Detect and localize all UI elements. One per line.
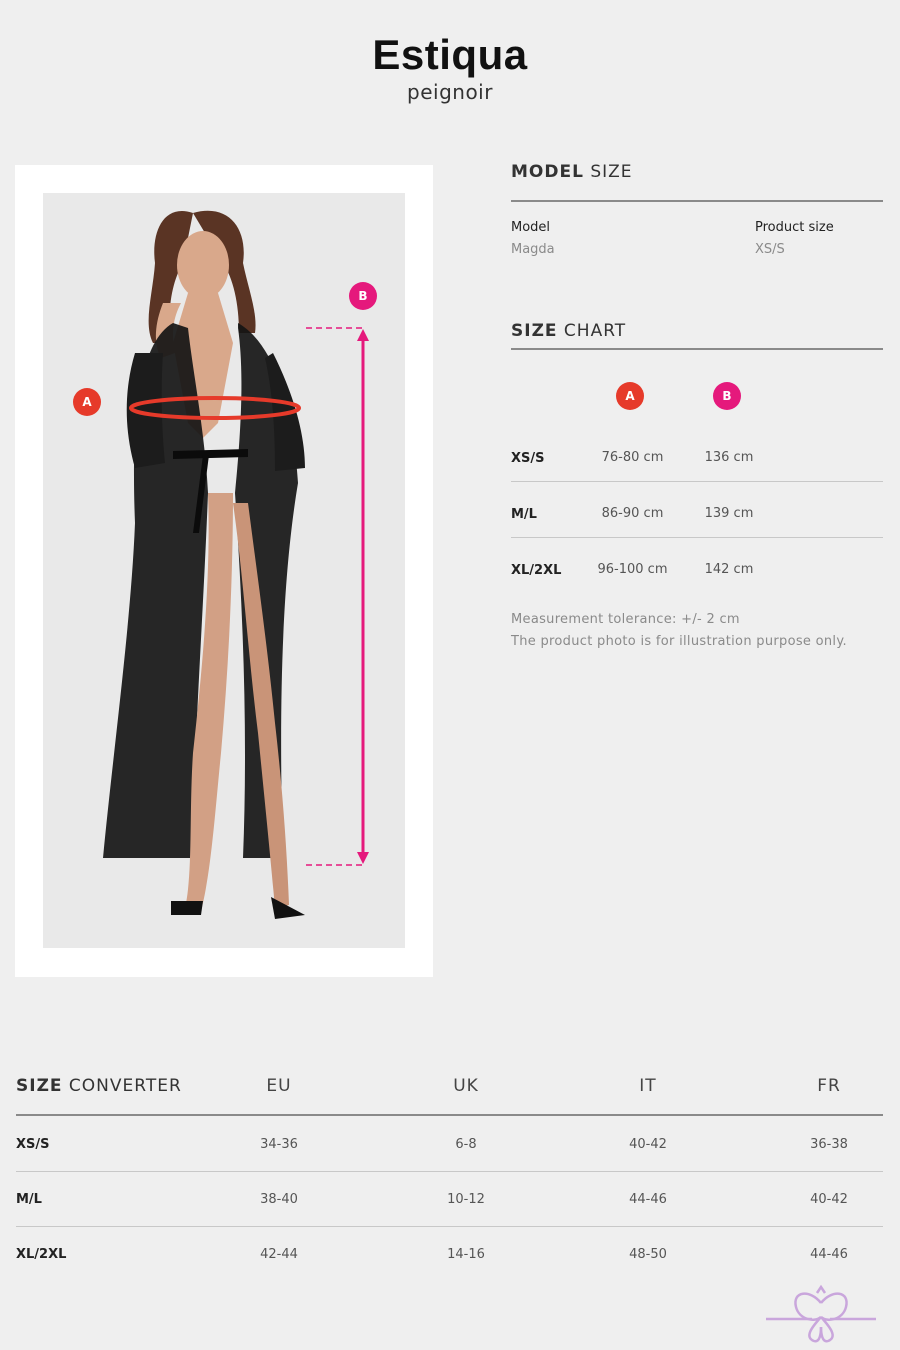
size-converter-heading: SIZE CONVERTER: [16, 1076, 182, 1096]
divider: [16, 1171, 883, 1172]
column-header-eu: EU: [266, 1076, 292, 1096]
chart-marker-a-icon: A: [616, 382, 644, 410]
measurement-a-value: 86-90 cm: [601, 506, 664, 521]
column-header-uk: UK: [453, 1076, 479, 1096]
product-photo: A B: [43, 193, 405, 948]
size-chart-heading: SIZE CHART: [511, 321, 627, 341]
model-label: Model: [511, 220, 551, 235]
face-shape: [177, 231, 229, 299]
fr-value: 44-46: [810, 1247, 848, 1262]
model-value: Magda: [511, 242, 555, 257]
fr-value: 36-38: [810, 1137, 848, 1152]
divider: [16, 1226, 883, 1227]
marker-a-icon: A: [73, 388, 101, 416]
size-label: M/L: [16, 1192, 42, 1207]
butterfly-logo-icon: [762, 1283, 880, 1349]
model-illustration: [103, 210, 369, 919]
measurement-a-value: 76-80 cm: [601, 450, 664, 465]
eu-value: 42-44: [260, 1247, 298, 1262]
it-value: 40-42: [629, 1137, 667, 1152]
product-subtitle: peignoir: [407, 80, 493, 104]
divider: [511, 481, 883, 482]
product-size-label: Product size: [755, 220, 834, 235]
eu-value: 34-36: [260, 1137, 298, 1152]
divider: [511, 537, 883, 538]
uk-value: 6-8: [455, 1137, 477, 1152]
size-label: M/L: [511, 507, 537, 522]
product-size-value: XS/S: [755, 242, 785, 257]
measurement-b-value: 136 cm: [704, 450, 754, 465]
divider: [511, 348, 883, 350]
measurement-b-value: 142 cm: [704, 562, 754, 577]
fr-value: 40-42: [810, 1192, 848, 1207]
chart-marker-b-icon: B: [713, 382, 741, 410]
measurement-b-value: 139 cm: [704, 506, 754, 521]
column-header-it: IT: [639, 1076, 657, 1096]
divider: [16, 1114, 883, 1116]
size-label: XL/2XL: [16, 1247, 67, 1262]
it-value: 48-50: [629, 1247, 667, 1262]
product-brand-title: Estiqua: [372, 31, 528, 78]
divider: [511, 200, 883, 202]
size-label: XS/S: [16, 1137, 50, 1152]
measurement-a-value: 96-100 cm: [597, 562, 668, 577]
eu-value: 38-40: [260, 1192, 298, 1207]
column-header-fr: FR: [817, 1076, 841, 1096]
size-label: XS/S: [511, 451, 545, 466]
model-size-heading: MODEL SIZE: [511, 162, 633, 182]
tolerance-note: Measurement tolerance: +/- 2 cm: [511, 612, 740, 627]
it-value: 44-46: [629, 1192, 667, 1207]
uk-value: 10-12: [447, 1192, 485, 1207]
illustration-note: The product photo is for illustration pu…: [511, 634, 847, 649]
product-photo-card: A B: [15, 165, 433, 977]
size-label: XL/2XL: [511, 563, 562, 578]
uk-value: 14-16: [447, 1247, 485, 1262]
page-header: Estiqua peignoir: [0, 30, 900, 104]
marker-b-icon: B: [349, 282, 377, 310]
